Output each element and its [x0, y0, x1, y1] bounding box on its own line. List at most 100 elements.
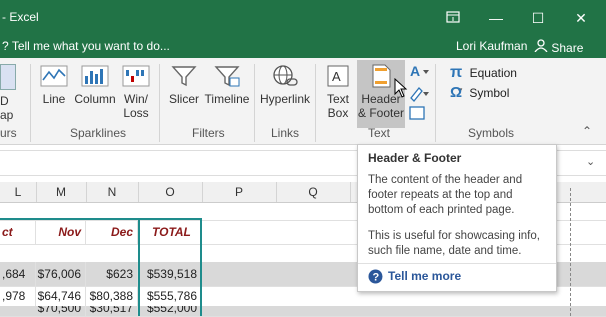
- title-bar: - Excel — ☐ ✕: [0, 0, 606, 36]
- ribbon-display-icon[interactable]: [436, 6, 470, 30]
- symbol-button[interactable]: Ω Symbol: [450, 84, 530, 102]
- slicer-button[interactable]: Slicer: [164, 64, 204, 106]
- divider: [30, 64, 31, 142]
- svg-text:?: ?: [373, 272, 380, 284]
- tell-me-more-link[interactable]: Tell me more: [388, 269, 461, 283]
- group-links-label: Links: [271, 126, 300, 140]
- table-cell[interactable]: $623: [86, 262, 138, 286]
- svg-text:A: A: [410, 63, 420, 79]
- lightbulb-icon: ?: [2, 39, 9, 53]
- column-chart-icon: [81, 64, 109, 88]
- page-break-line: [570, 188, 572, 316]
- svg-text:A: A: [332, 69, 341, 84]
- timeline-button[interactable]: Timeline: [204, 64, 250, 106]
- winloss-icon: [122, 64, 150, 88]
- sparkline-winloss-button[interactable]: Win/ Loss: [118, 64, 154, 120]
- help-icon: ?: [368, 269, 383, 287]
- table-row[interactable]: $70,500 $30,517 $552,000: [0, 306, 606, 317]
- slicer-label: Slicer: [168, 92, 199, 106]
- group-sparklines-label: Sparklines: [70, 126, 127, 140]
- column-label: Column: [74, 92, 116, 106]
- timeline-label: Timeline: [204, 92, 250, 106]
- share-label: Share: [551, 41, 584, 55]
- wordart-icon: A: [410, 63, 429, 79]
- user-name[interactable]: Lori Kaufman: [456, 39, 527, 53]
- close-button[interactable]: ✕: [564, 6, 598, 30]
- table-cell[interactable]: ,684: [0, 262, 36, 286]
- restore-icon: ☐: [531, 10, 545, 26]
- sparkline-line-button[interactable]: Line: [36, 64, 72, 106]
- column-header[interactable]: N: [86, 182, 139, 202]
- mouse-cursor-icon: [394, 77, 408, 101]
- omega-icon: Ω: [450, 84, 463, 101]
- equation-label: Equation: [469, 66, 517, 80]
- group-charts-label: urs: [0, 126, 17, 140]
- table-cell[interactable]: ,978: [0, 284, 36, 308]
- table-cell[interactable]: $30,517: [86, 306, 138, 316]
- globe-link-icon: [271, 64, 299, 88]
- person-icon: [534, 39, 551, 55]
- header-cell[interactable]: ct: [0, 220, 36, 244]
- pivotchart-button[interactable]: D ap: [0, 64, 20, 122]
- textbox-button[interactable]: A Text Box: [320, 64, 356, 120]
- restore-button[interactable]: ☐: [521, 6, 555, 30]
- pivotchart-label: D ap: [0, 94, 14, 122]
- table-cell[interactable]: $539,518: [138, 262, 202, 286]
- column-header[interactable]: Q: [276, 182, 351, 202]
- header-footer-icon: [367, 64, 395, 88]
- wordart-button[interactable]: A: [408, 62, 430, 80]
- group-symbols-label: Symbols: [468, 126, 515, 140]
- sparkline-column-button[interactable]: Column: [72, 64, 118, 106]
- hyperlink-label: Hyperlink: [259, 92, 310, 106]
- hyperlink-button[interactable]: Hyperlink: [258, 64, 312, 106]
- column-header[interactable]: P: [202, 182, 277, 202]
- tell-me-box[interactable]: ? Tell me what you want to do...: [2, 39, 170, 53]
- textbox-icon: A: [324, 64, 352, 88]
- header-cell[interactable]: Nov: [36, 220, 86, 244]
- tell-me-text: Tell me what you want to do...: [11, 39, 170, 53]
- header-cell[interactable]: Dec: [86, 220, 138, 244]
- ribbon-insert: D ap urs Line Column Win/ Loss Sparkline…: [0, 58, 606, 145]
- minimize-button[interactable]: —: [479, 6, 513, 30]
- divider: [358, 263, 556, 264]
- object-icon: [409, 106, 425, 120]
- divider: [435, 64, 436, 142]
- column-header[interactable]: O: [138, 182, 203, 202]
- tooltip-body: The content of the header and footer rep…: [368, 174, 523, 216]
- window-title: - Excel: [2, 10, 39, 24]
- slicer-icon: [170, 64, 198, 88]
- winloss-label: Win/ Loss: [123, 92, 149, 120]
- table-cell[interactable]: $555,786: [138, 284, 202, 308]
- divider: [159, 64, 160, 142]
- group-text-label: Text: [368, 126, 391, 140]
- pi-icon: π: [450, 64, 463, 81]
- signature-icon: [410, 87, 429, 102]
- symbol-label: Symbol: [469, 86, 510, 100]
- line-chart-icon: [40, 64, 68, 88]
- header-cell[interactable]: TOTAL: [138, 220, 202, 244]
- header-footer-tooltip: Header & Footer The content of the heade…: [357, 144, 557, 292]
- share-button[interactable]: Share: [534, 39, 583, 55]
- table-cell[interactable]: $76,006: [36, 262, 86, 286]
- expand-formula-bar-icon[interactable]: ⌄: [586, 155, 595, 168]
- equation-button[interactable]: π Equation ▼: [450, 64, 530, 95]
- timeline-icon: [213, 64, 241, 88]
- close-icon: ✕: [575, 10, 587, 26]
- pivotchart-icon: [0, 64, 16, 90]
- column-header[interactable]: L: [0, 182, 37, 202]
- minimize-icon: —: [489, 10, 503, 26]
- collapse-ribbon-icon[interactable]: ⌃: [582, 124, 592, 138]
- divider: [254, 64, 255, 142]
- signature-line-button[interactable]: [408, 84, 430, 102]
- column-header[interactable]: M: [36, 182, 87, 202]
- object-button[interactable]: [408, 104, 430, 122]
- table-cell[interactable]: $552,000: [138, 306, 202, 316]
- table-border: [138, 218, 140, 316]
- tooltip-body: This is useful for showcasing info, such…: [368, 230, 540, 257]
- table-cell[interactable]: $70,500: [36, 306, 86, 316]
- table-cell[interactable]: $64,746: [36, 284, 86, 308]
- line-label: Line: [42, 92, 66, 106]
- tell-me-bar: ? Tell me what you want to do... Lori Ka…: [0, 36, 606, 58]
- table-cell[interactable]: $80,388: [86, 284, 138, 308]
- group-filters-label: Filters: [192, 126, 225, 140]
